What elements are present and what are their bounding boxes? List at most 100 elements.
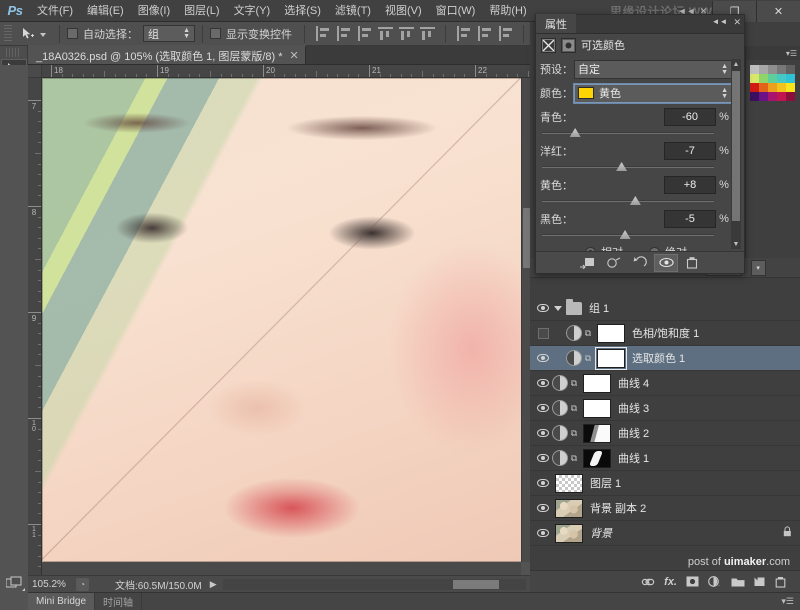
slider-track[interactable]	[542, 234, 714, 236]
bottom-panel-menu-icon[interactable]: ▾☰	[781, 596, 794, 607]
color-swatch[interactable]	[768, 83, 777, 92]
layer-thumbnail[interactable]	[555, 499, 583, 518]
layer-row[interactable]: 组 1	[530, 296, 800, 321]
layer-mask-icon[interactable]	[561, 38, 576, 53]
layer-row[interactable]: ⧉曲线 1	[530, 446, 800, 471]
scrollbar-thumb[interactable]	[523, 208, 530, 268]
color-swatch[interactable]	[786, 83, 795, 92]
close-button[interactable]: ✕	[756, 1, 800, 22]
layer-row[interactable]: ⧉选取颜色 1	[530, 346, 800, 371]
menu-item-6[interactable]: 滤镜(T)	[328, 0, 378, 22]
color-swatch[interactable]	[759, 83, 768, 92]
distribute-vertical-center-icon[interactable]	[476, 25, 493, 42]
document-tab[interactable]: _18A0326.psd @ 105% (选取颜色 1, 图层蒙版/8) * ✕	[28, 45, 306, 64]
slider-value-field[interactable]: -60	[664, 108, 716, 126]
mask-link-icon[interactable]: ⧉	[582, 328, 594, 339]
show-transform-checkbox[interactable]	[210, 28, 221, 39]
link-layers-icon[interactable]	[641, 577, 655, 587]
move-tool-icon[interactable]	[16, 24, 38, 44]
close-panel-icon[interactable]: ✕	[733, 17, 741, 28]
layer-list[interactable]: 组 1⧉色相/饱和度 1⧉选取颜色 1⧉曲线 4⧉曲线 3⧉曲线 2⧉曲线 1图…	[530, 296, 800, 553]
layer-visibility-toggle[interactable]	[534, 521, 552, 546]
fill-chevron-icon[interactable]: ▾	[751, 260, 766, 276]
options-bar-grip[interactable]	[4, 25, 12, 43]
slider-track[interactable]	[542, 132, 714, 134]
toggle-layer-visibility-icon[interactable]	[654, 254, 678, 272]
scroll-up-icon[interactable]: ▲	[731, 59, 741, 69]
canvas-viewport[interactable]	[42, 78, 530, 562]
canvas-horizontal-scroll-area[interactable]	[42, 562, 521, 575]
layer-thumbnail[interactable]	[597, 324, 625, 343]
color-swatch[interactable]	[750, 92, 759, 101]
align-vertical-centers-icon[interactable]	[398, 25, 415, 42]
layer-row[interactable]: 背景	[530, 521, 800, 546]
mask-link-icon[interactable]: ⧉	[568, 428, 580, 439]
canvas-vertical-scrollbar[interactable]	[521, 78, 530, 562]
layer-visibility-toggle[interactable]	[534, 346, 552, 371]
layer-visibility-toggle[interactable]	[534, 396, 552, 421]
mask-link-icon[interactable]: ⧉	[568, 378, 580, 389]
menu-item-9[interactable]: 帮助(H)	[482, 0, 533, 22]
tab-close-icon[interactable]: ✕	[290, 49, 299, 62]
layer-visibility-toggle[interactable]	[534, 371, 552, 396]
properties-scrollbar[interactable]: ▲ ▼	[731, 59, 741, 249]
mask-link-icon[interactable]: ⧉	[568, 403, 580, 414]
color-swatch[interactable]	[768, 65, 777, 74]
color-swatch[interactable]	[750, 65, 759, 74]
slider-handle[interactable]	[620, 230, 631, 239]
menu-item-1[interactable]: 编辑(E)	[80, 0, 131, 22]
color-swatch[interactable]	[750, 74, 759, 83]
scroll-down-icon[interactable]: ▼	[731, 239, 741, 249]
horizontal-scrollbar[interactable]: uimaker	[223, 579, 526, 590]
slider-handle[interactable]	[616, 162, 627, 171]
swatches-panel-header[interactable]: ▾☰	[746, 46, 800, 60]
menu-item-5[interactable]: 选择(S)	[277, 0, 328, 22]
color-swatch[interactable]	[786, 92, 795, 101]
adjustment-layer-icon[interactable]: .	[708, 576, 722, 587]
color-dropdown[interactable]: 黄色 ▲▼	[574, 84, 732, 103]
layer-row[interactable]: ⧉曲线 2	[530, 421, 800, 446]
align-right-edges-icon[interactable]	[356, 25, 373, 42]
collapse-panel-icon[interactable]: ◄◄	[712, 17, 728, 28]
color-swatch[interactable]	[777, 83, 786, 92]
delete-adjustment-icon[interactable]	[680, 254, 704, 272]
layer-thumbnail[interactable]	[555, 474, 583, 493]
color-swatch[interactable]	[786, 65, 795, 74]
auto-select-dropdown[interactable]: 组 ▲▼	[143, 25, 195, 42]
slider-value-field[interactable]: +8	[664, 176, 716, 194]
menu-item-8[interactable]: 窗口(W)	[429, 0, 483, 22]
status-menu-arrow-icon[interactable]: ▶	[210, 579, 217, 590]
view-previous-state-icon[interactable]	[602, 254, 626, 272]
distribute-top-icon[interactable]	[455, 25, 472, 42]
color-swatch[interactable]	[759, 65, 768, 74]
slider-track[interactable]	[542, 200, 714, 202]
color-swatch[interactable]	[777, 92, 786, 101]
menu-item-7[interactable]: 视图(V)	[378, 0, 429, 22]
add-layer-mask-icon[interactable]	[686, 576, 699, 587]
adjustment-thumbnail[interactable]	[552, 375, 568, 391]
panel-menu-icon[interactable]: ▾☰	[786, 49, 797, 58]
color-swatch[interactable]	[759, 74, 768, 83]
mask-link-icon[interactable]: ⧉	[568, 453, 580, 464]
layer-row[interactable]: ⧉曲线 4	[530, 371, 800, 396]
scrollbar-thumb[interactable]	[453, 580, 499, 589]
adjustment-thumbnail[interactable]	[552, 425, 568, 441]
tab-properties[interactable]: 属性	[536, 14, 576, 33]
adjustment-thumbnail[interactable]	[566, 325, 582, 341]
layer-visibility-toggle[interactable]	[534, 321, 552, 346]
color-swatch[interactable]	[768, 92, 777, 101]
bottom-tab-0[interactable]: Mini Bridge	[28, 593, 95, 610]
selective-color-adjustment-icon[interactable]	[541, 38, 556, 53]
mask-link-icon[interactable]: ⧉	[582, 353, 594, 364]
layer-style-icon[interactable]: fx.	[664, 576, 677, 588]
layer-visibility-toggle[interactable]	[534, 446, 552, 471]
clip-to-layer-icon[interactable]	[576, 254, 600, 272]
zoom-level-field[interactable]: 105.2%	[28, 579, 76, 590]
color-swatch[interactable]	[777, 74, 786, 83]
vertical-ruler[interactable]: 7891011	[28, 78, 42, 575]
horizontal-ruler[interactable]: 1819202122	[42, 65, 530, 78]
auto-select-checkbox[interactable]	[67, 28, 78, 39]
color-swatch[interactable]	[759, 92, 768, 101]
menu-item-0[interactable]: 文件(F)	[30, 0, 80, 22]
color-swatch[interactable]	[768, 74, 777, 83]
